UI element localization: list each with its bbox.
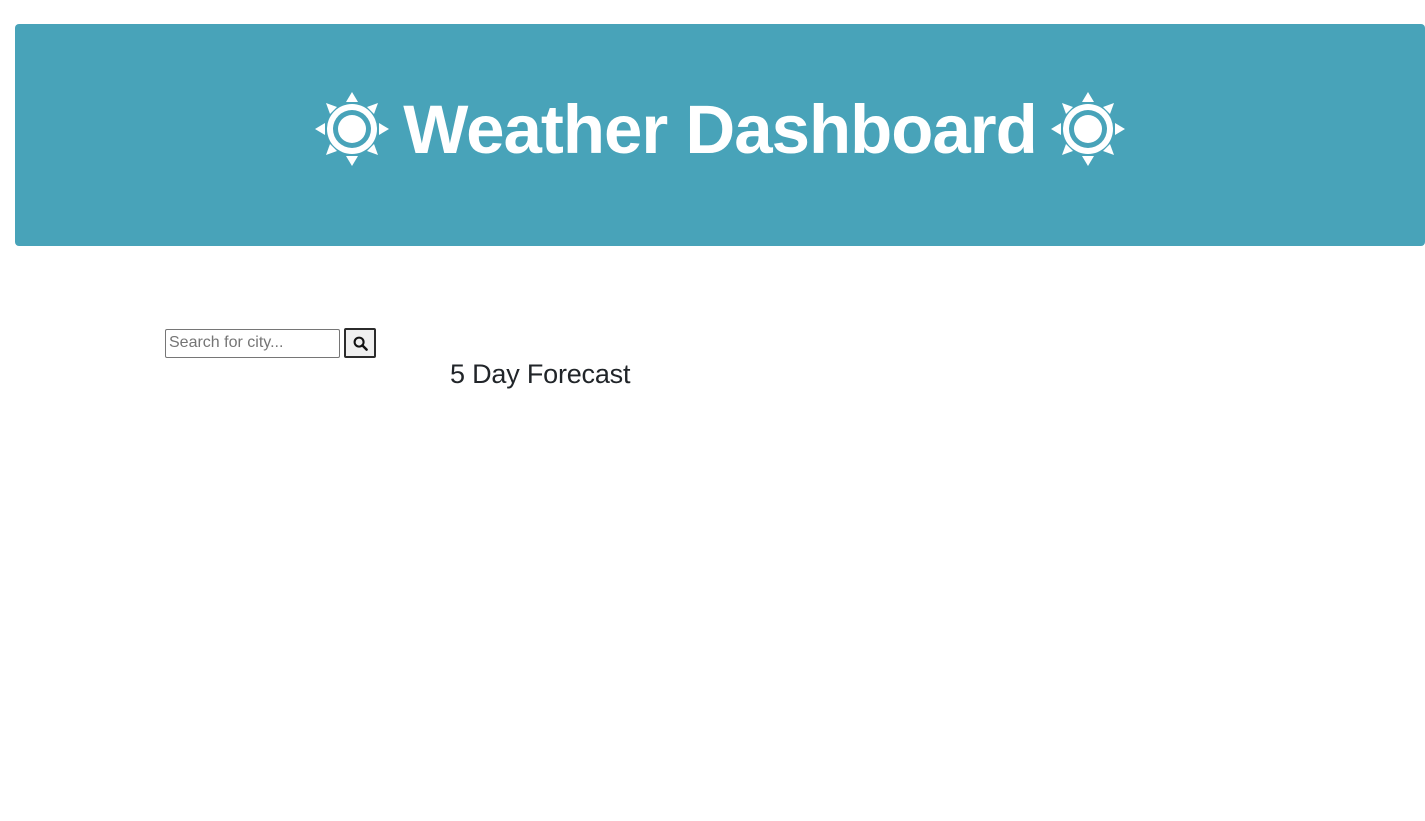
search-button[interactable] [344, 328, 376, 358]
header-title-row: Weather Dashboard [315, 92, 1125, 166]
dashboard-header: Weather Dashboard [15, 24, 1425, 246]
city-search-form [165, 328, 376, 358]
search-icon [353, 336, 368, 351]
page-title: Weather Dashboard [403, 90, 1038, 168]
sun-icon [1050, 92, 1125, 166]
forecast-heading: 5 Day Forecast [450, 359, 631, 389]
sun-icon [315, 92, 390, 166]
city-search-input[interactable] [165, 328, 340, 358]
